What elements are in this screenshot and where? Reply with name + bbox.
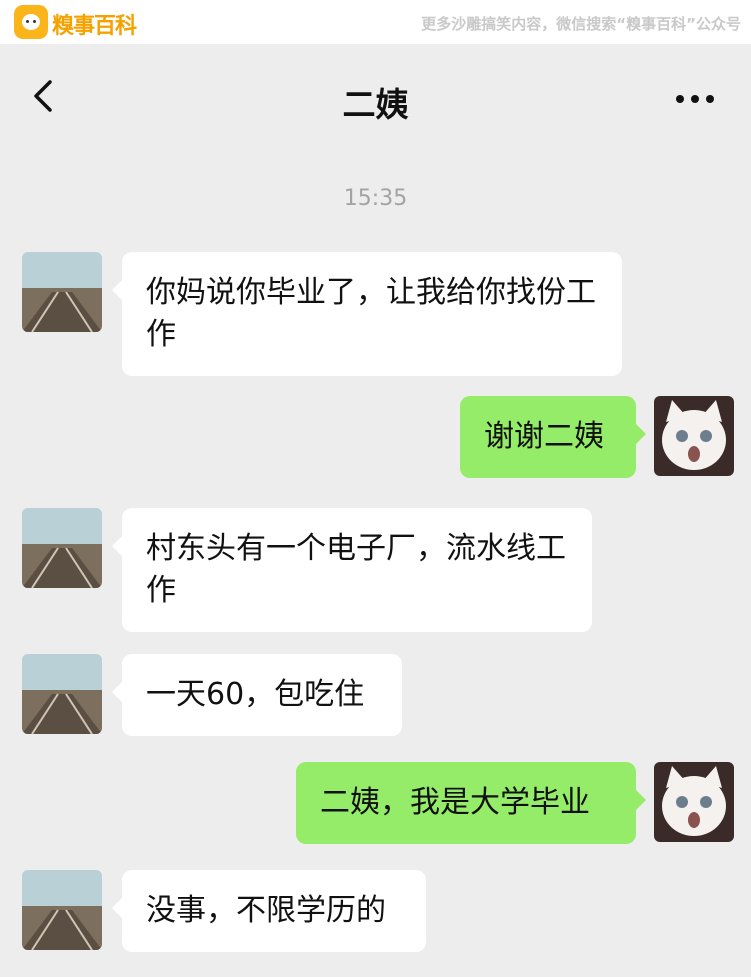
aunt-avatar[interactable] <box>22 654 102 734</box>
message-bubble-incoming[interactable]: 一天60，包吃住 <box>112 654 402 736</box>
watermark-slogan: 更多沙雕搞笑内容，微信搜索“糗事百科”公众号 <box>421 15 741 33</box>
watermark-bar: 糗事百科 更多沙雕搞笑内容，微信搜索“糗事百科”公众号 <box>0 0 751 44</box>
more-dots-icon[interactable] <box>675 94 715 104</box>
aunt-avatar[interactable] <box>22 252 102 332</box>
aunt-avatar[interactable] <box>22 870 102 950</box>
message-bubble-outgoing[interactable]: 谢谢二姨 <box>460 396 646 478</box>
message-bubble-incoming[interactable]: 没事，不限学历的 <box>112 870 426 952</box>
my-cat-avatar[interactable] <box>654 762 734 842</box>
qiushi-logo-icon <box>14 5 48 39</box>
watermark-logo-text: 糗事百科 <box>52 14 137 39</box>
my-cat-avatar[interactable] <box>654 396 734 476</box>
chat-nav-bar: 二姨 <box>0 44 751 148</box>
aunt-avatar[interactable] <box>22 508 102 588</box>
message-timestamp: 15:35 <box>343 186 408 211</box>
chat-title: 二姨 <box>342 85 409 124</box>
message-bubble-incoming[interactable]: 村东头有一个电子厂，流水线工作 <box>112 508 592 632</box>
message-bubble-outgoing[interactable]: 二姨，我是大学毕业 <box>296 762 646 844</box>
message-bubble-incoming[interactable]: 你妈说你毕业了，让我给你找份工作 <box>112 252 622 376</box>
